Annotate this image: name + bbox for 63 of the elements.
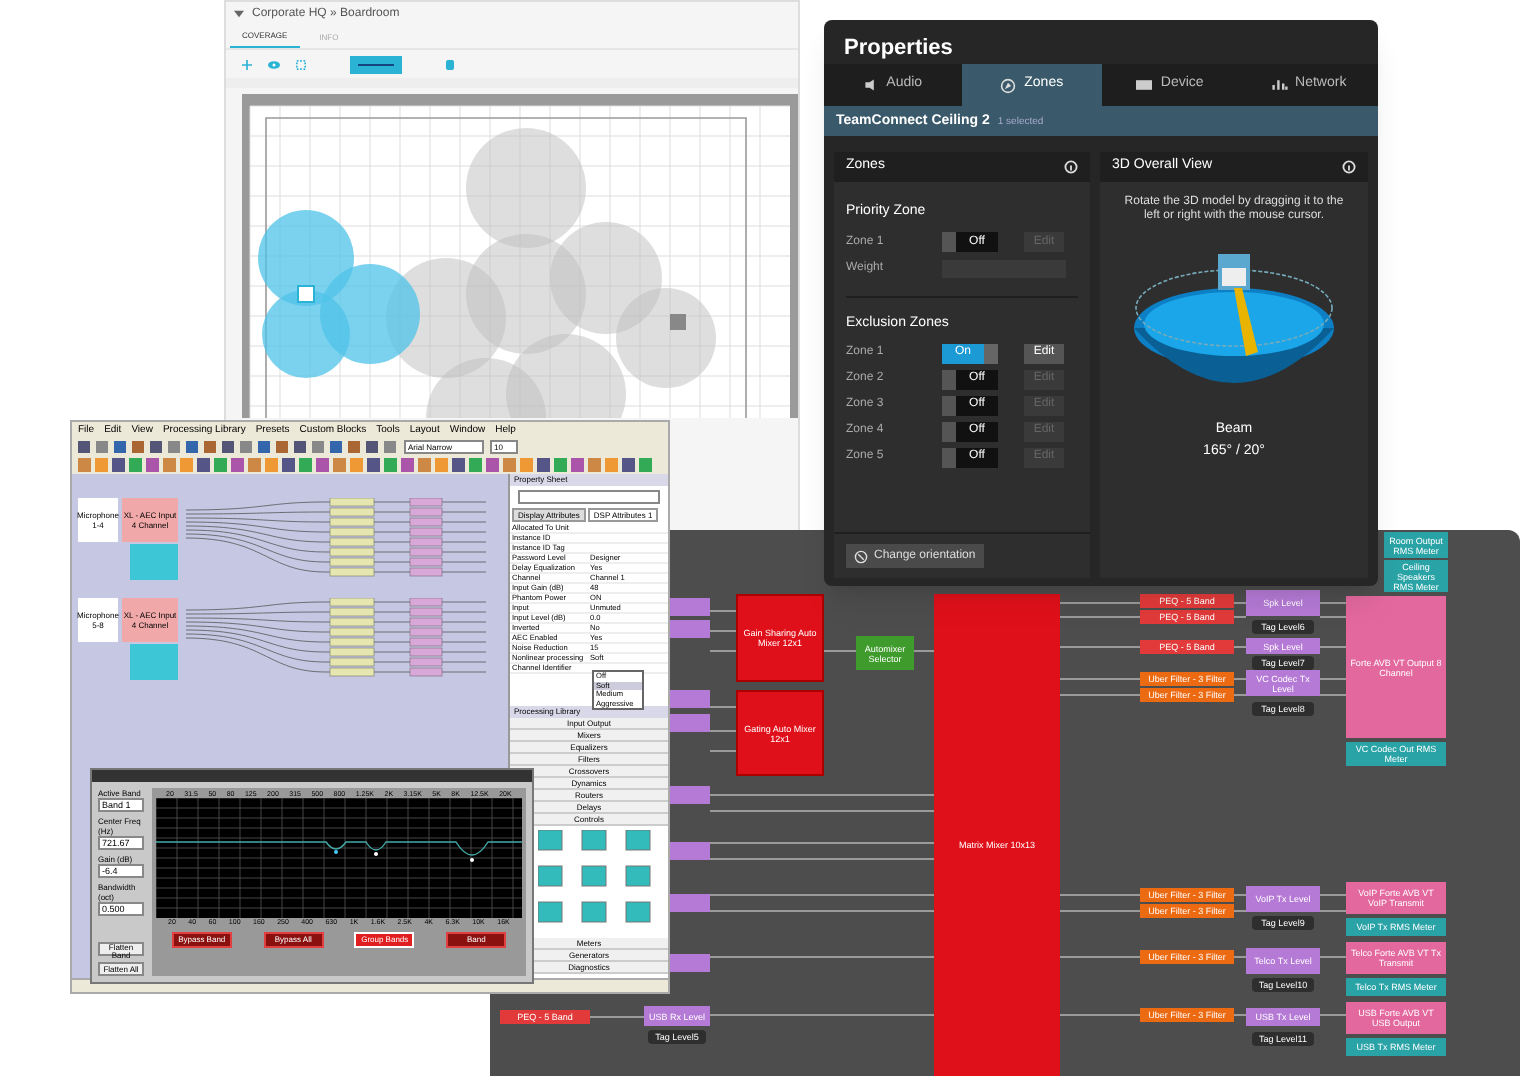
connector-line xyxy=(824,650,856,652)
connector-line xyxy=(1060,646,1140,648)
connector-line xyxy=(1320,602,1346,604)
measure-button[interactable] xyxy=(350,55,402,73)
connector-line xyxy=(710,750,736,752)
connector-line xyxy=(710,610,736,612)
network-icon xyxy=(1271,78,1288,92)
window-title: Properties xyxy=(842,34,955,64)
processing-block xyxy=(666,786,710,804)
connector-line xyxy=(1320,894,1346,896)
connector-line xyxy=(1320,694,1346,696)
object-dropdown[interactable] xyxy=(518,490,660,504)
connector-line xyxy=(1320,678,1346,680)
processing-block xyxy=(666,598,710,616)
connector-line xyxy=(1320,956,1346,958)
info-icon xyxy=(1342,160,1356,174)
rotate-icon xyxy=(854,549,868,563)
connector-line xyxy=(1234,694,1246,696)
connector-line xyxy=(1320,646,1346,648)
connector-line xyxy=(1060,956,1140,958)
connector-line xyxy=(1234,956,1246,958)
processing-block xyxy=(130,544,178,580)
processing-block xyxy=(666,690,710,708)
connector-line xyxy=(1320,616,1346,618)
add-icon[interactable] xyxy=(242,59,252,69)
processing-block xyxy=(130,644,178,680)
connector-line xyxy=(1234,910,1246,912)
connector-line xyxy=(1234,894,1246,896)
connector-line xyxy=(710,650,736,652)
device-icon xyxy=(1136,78,1153,92)
connector-line xyxy=(1320,910,1346,912)
processing-block xyxy=(666,842,710,860)
connector-line xyxy=(1060,694,1140,696)
toolbar-icons-drawing[interactable] xyxy=(78,456,658,474)
processing-block xyxy=(666,620,710,638)
processing-block xyxy=(666,894,710,912)
connector-line xyxy=(1234,616,1246,618)
connector-line xyxy=(1060,894,1140,896)
compass-icon xyxy=(1000,77,1017,93)
connector-line xyxy=(1060,602,1140,604)
processing-block xyxy=(666,954,710,972)
connector-line xyxy=(1060,678,1140,680)
connector-line xyxy=(710,706,736,708)
connector-line xyxy=(914,650,934,652)
connector-line xyxy=(710,730,736,732)
trash-icon[interactable] xyxy=(446,59,454,69)
connector-line xyxy=(1060,616,1140,618)
speaker-icon xyxy=(864,78,879,92)
info-icon xyxy=(1064,160,1078,174)
connector-line xyxy=(1060,910,1140,912)
toolbar-icons-drawing[interactable] xyxy=(78,440,398,454)
expand-icon[interactable] xyxy=(296,59,306,69)
connector-line xyxy=(590,1016,644,1018)
connector-line xyxy=(710,630,736,632)
connector-line xyxy=(1320,1014,1346,1016)
connector-line xyxy=(1234,1014,1246,1016)
caret-icon xyxy=(234,10,244,18)
connector-line xyxy=(1234,678,1246,680)
connector-line xyxy=(1060,1014,1140,1016)
processing-block xyxy=(666,714,710,732)
eye-icon[interactable] xyxy=(268,59,280,69)
connector-line xyxy=(1234,646,1246,648)
connector-line xyxy=(1234,602,1246,604)
